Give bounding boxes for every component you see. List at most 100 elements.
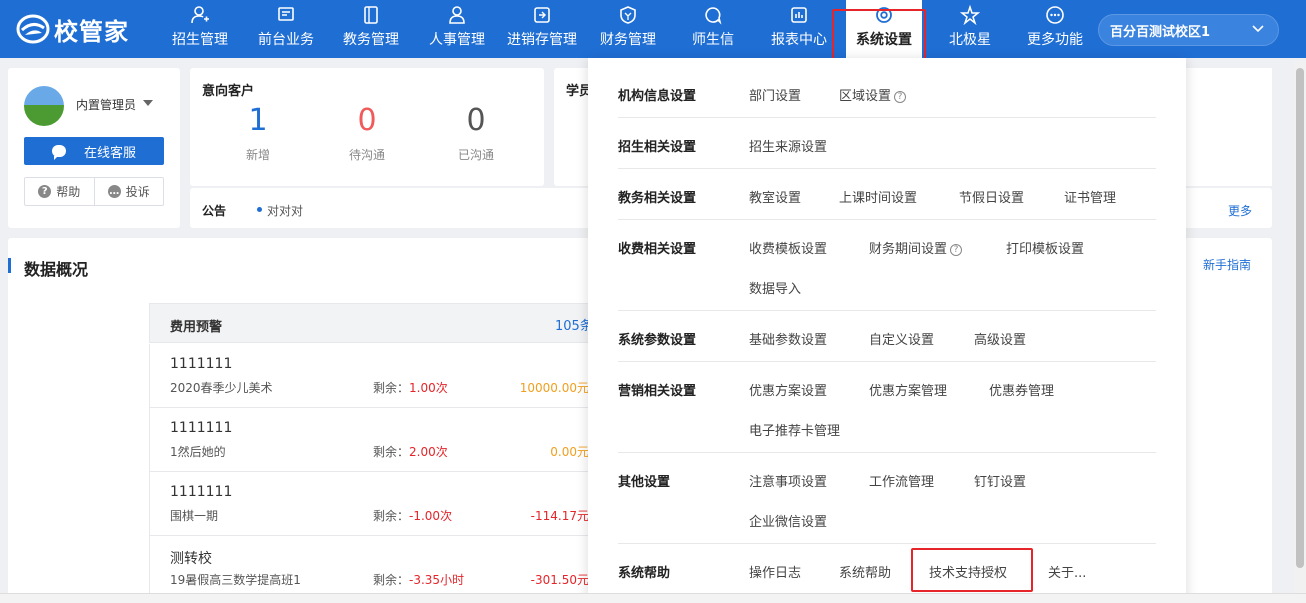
link-fee-template-settings[interactable]: 收费模板设置 bbox=[749, 238, 827, 257]
question-icon: ? bbox=[894, 90, 907, 103]
finance-shield-icon bbox=[618, 5, 638, 25]
monitor-icon bbox=[276, 5, 296, 25]
page-scrollbar-thumb[interactable] bbox=[1296, 68, 1304, 568]
intent-stat-pending-label: 待沟通 bbox=[348, 148, 385, 162]
link-discount-plan-management[interactable]: 优惠方案管理 bbox=[869, 380, 947, 399]
link-enrollment-source-settings[interactable]: 招生来源设置 bbox=[749, 136, 827, 155]
campus-select-value: 百分百测试校区1 bbox=[1110, 24, 1211, 40]
link-workflow-management[interactable]: 工作流管理 bbox=[869, 471, 934, 490]
link-data-import[interactable]: 数据导入 bbox=[749, 278, 801, 297]
link-custom-settings[interactable]: 自定义设置 bbox=[869, 329, 934, 348]
system-settings-menu: 机构信息设置 部门设置 区域设置? 招生相关设置 招生来源设置 教务相关设置 教… bbox=[588, 58, 1186, 603]
user-name[interactable]: 内置管理员 bbox=[76, 96, 136, 113]
nav-item-inventory[interactable]: 进销存管理 bbox=[500, 0, 584, 58]
question-icon: ? bbox=[950, 243, 963, 256]
settings-category-org: 机构信息设置 bbox=[618, 89, 697, 104]
question-icon: ? bbox=[38, 185, 52, 198]
nav-item-finance[interactable]: 财务管理 bbox=[590, 0, 666, 58]
avatar[interactable] bbox=[24, 86, 64, 126]
link-financial-period-settings[interactable]: 财务期间设置? bbox=[869, 238, 963, 257]
intent-stat-new-value[interactable]: 1 bbox=[218, 103, 298, 138]
settings-row-marketing: 营销相关设置 优惠方案设置 优惠方案管理 优惠券管理 电子推荐卡管理 bbox=[618, 363, 1156, 453]
link-discount-plan-settings[interactable]: 优惠方案设置 bbox=[749, 380, 827, 399]
nav-item-hr[interactable]: 人事管理 bbox=[419, 0, 495, 58]
fee-warning-title: 费用预警 bbox=[170, 320, 223, 335]
link-basic-params[interactable]: 基础参数设置 bbox=[749, 329, 827, 348]
caret-down-icon[interactable] bbox=[143, 100, 153, 106]
brand-logo-icon bbox=[16, 14, 50, 44]
beginner-guide-link[interactable]: 新手指南 bbox=[1203, 256, 1251, 273]
fee-warning-row[interactable]: 测转校 19暑假高三数学提高班1 剩余：-3.35小时 -301.50元 bbox=[149, 536, 609, 600]
nav-item-reports[interactable]: 报表中心 bbox=[761, 0, 837, 58]
link-wecom-settings[interactable]: 企业微信设置 bbox=[749, 511, 827, 530]
book-icon bbox=[361, 5, 381, 25]
notice-more-link[interactable]: 更多 bbox=[1228, 202, 1252, 219]
nav-item-polaris[interactable]: 北极星 bbox=[932, 0, 1008, 58]
link-advanced-settings[interactable]: 高级设置 bbox=[974, 329, 1026, 348]
notice-item[interactable]: 对对对 bbox=[267, 202, 303, 219]
link-tech-support-authorization[interactable]: 技术支持授权 bbox=[929, 562, 1007, 581]
intent-customer-title: 意向客户 bbox=[202, 84, 255, 99]
chevron-down-icon bbox=[1252, 25, 1264, 33]
notice-bullet bbox=[257, 207, 262, 212]
notice-label: 公告 bbox=[202, 204, 227, 218]
person-add-icon bbox=[190, 5, 210, 25]
complaint-button[interactable]: … 投诉 bbox=[93, 178, 164, 205]
link-notes-settings[interactable]: 注意事项设置 bbox=[749, 471, 827, 490]
settings-category-marketing: 营销相关设置 bbox=[618, 384, 697, 399]
link-operation-log[interactable]: 操作日志 bbox=[749, 562, 801, 581]
help-button[interactable]: ? 帮助 bbox=[25, 178, 94, 205]
link-certificate-management[interactable]: 证书管理 bbox=[1064, 187, 1116, 206]
link-department-settings[interactable]: 部门设置 bbox=[749, 85, 801, 104]
fee-warning-row[interactable]: 1111111 围棋一期 剩余：-1.00次 -114.17元 bbox=[149, 472, 609, 536]
settings-row-enrollment: 招生相关设置 招生来源设置 bbox=[618, 119, 1156, 169]
nav-item-academic[interactable]: 教务管理 bbox=[333, 0, 409, 58]
settings-icon bbox=[874, 5, 894, 25]
intent-stat-done-value[interactable]: 0 bbox=[436, 103, 516, 138]
settings-category-academic: 教务相关设置 bbox=[618, 191, 697, 206]
settings-row-org: 机构信息设置 部门设置 区域设置? bbox=[618, 58, 1156, 118]
data-overview-title: 数据概况 bbox=[24, 260, 89, 279]
bottom-taskbar bbox=[0, 593, 1306, 603]
settings-row-other: 其他设置 注意事项设置 工作流管理 钉钉设置 企业微信设置 bbox=[618, 454, 1156, 544]
link-print-template-settings[interactable]: 打印模板设置 bbox=[1006, 238, 1084, 257]
link-dingtalk-settings[interactable]: 钉钉设置 bbox=[974, 471, 1026, 490]
intent-stat-new-label: 新增 bbox=[245, 148, 270, 162]
link-system-help[interactable]: 系统帮助 bbox=[839, 562, 891, 581]
link-class-time-settings[interactable]: 上课时间设置 bbox=[839, 187, 917, 206]
brand-logo[interactable]: 校管家 bbox=[16, 12, 129, 46]
complaint-icon: … bbox=[107, 185, 121, 198]
link-holiday-settings[interactable]: 节假日设置 bbox=[959, 187, 1024, 206]
inventory-icon bbox=[532, 5, 552, 25]
link-referral-card-management[interactable]: 电子推荐卡管理 bbox=[749, 420, 840, 439]
link-region-settings[interactable]: 区域设置? bbox=[839, 85, 907, 104]
help-complaint-group: ? 帮助 … 投诉 bbox=[24, 177, 164, 206]
settings-row-academic: 教务相关设置 教室设置 上课时间设置 节假日设置 证书管理 bbox=[618, 170, 1156, 220]
link-about[interactable]: 关于... bbox=[1048, 562, 1086, 581]
fee-warning-row[interactable]: 1111111 1然后她的 剩余：2.00次 0.00元 bbox=[149, 408, 609, 472]
settings-category-enrollment: 招生相关设置 bbox=[618, 140, 697, 155]
settings-category-other: 其他设置 bbox=[618, 475, 671, 490]
link-classroom-settings[interactable]: 教室设置 bbox=[749, 187, 801, 206]
settings-category-help: 系统帮助 bbox=[618, 566, 671, 581]
person-icon bbox=[447, 5, 467, 25]
nav-item-front-desk[interactable]: 前台业务 bbox=[248, 0, 324, 58]
top-nav-bar: 校管家 招生管理 前台业务 教务管理 人事管理 进销存管理 财务管理 师生信 报… bbox=[0, 0, 1306, 58]
nav-item-teacher-student[interactable]: 师生信 bbox=[675, 0, 751, 58]
nav-item-enrollment[interactable]: 招生管理 bbox=[162, 0, 238, 58]
fee-warning-row[interactable]: 1111111 2020春季少儿美术 剩余：1.00次 10000.00元 bbox=[149, 344, 609, 408]
section-accent-bar bbox=[8, 258, 11, 273]
online-service-button[interactable]: 在线客服 bbox=[24, 137, 164, 165]
more-icon bbox=[1045, 5, 1065, 25]
star-icon bbox=[960, 5, 980, 25]
chat-circle-icon bbox=[703, 5, 723, 25]
settings-category-system-params: 系统参数设置 bbox=[618, 333, 697, 348]
nav-item-more[interactable]: 更多功能 bbox=[1017, 0, 1093, 58]
link-coupon-management[interactable]: 优惠券管理 bbox=[989, 380, 1054, 399]
right-summary-card bbox=[1186, 68, 1272, 186]
nav-item-system-settings[interactable]: 系统设置 bbox=[846, 0, 922, 58]
settings-row-system-params: 系统参数设置 基础参数设置 自定义设置 高级设置 bbox=[618, 312, 1156, 362]
fee-warning-header: 费用预警 105条 bbox=[149, 303, 609, 343]
campus-select[interactable]: 百分百测试校区1 bbox=[1098, 14, 1279, 46]
intent-stat-pending-value[interactable]: 0 bbox=[327, 103, 407, 138]
